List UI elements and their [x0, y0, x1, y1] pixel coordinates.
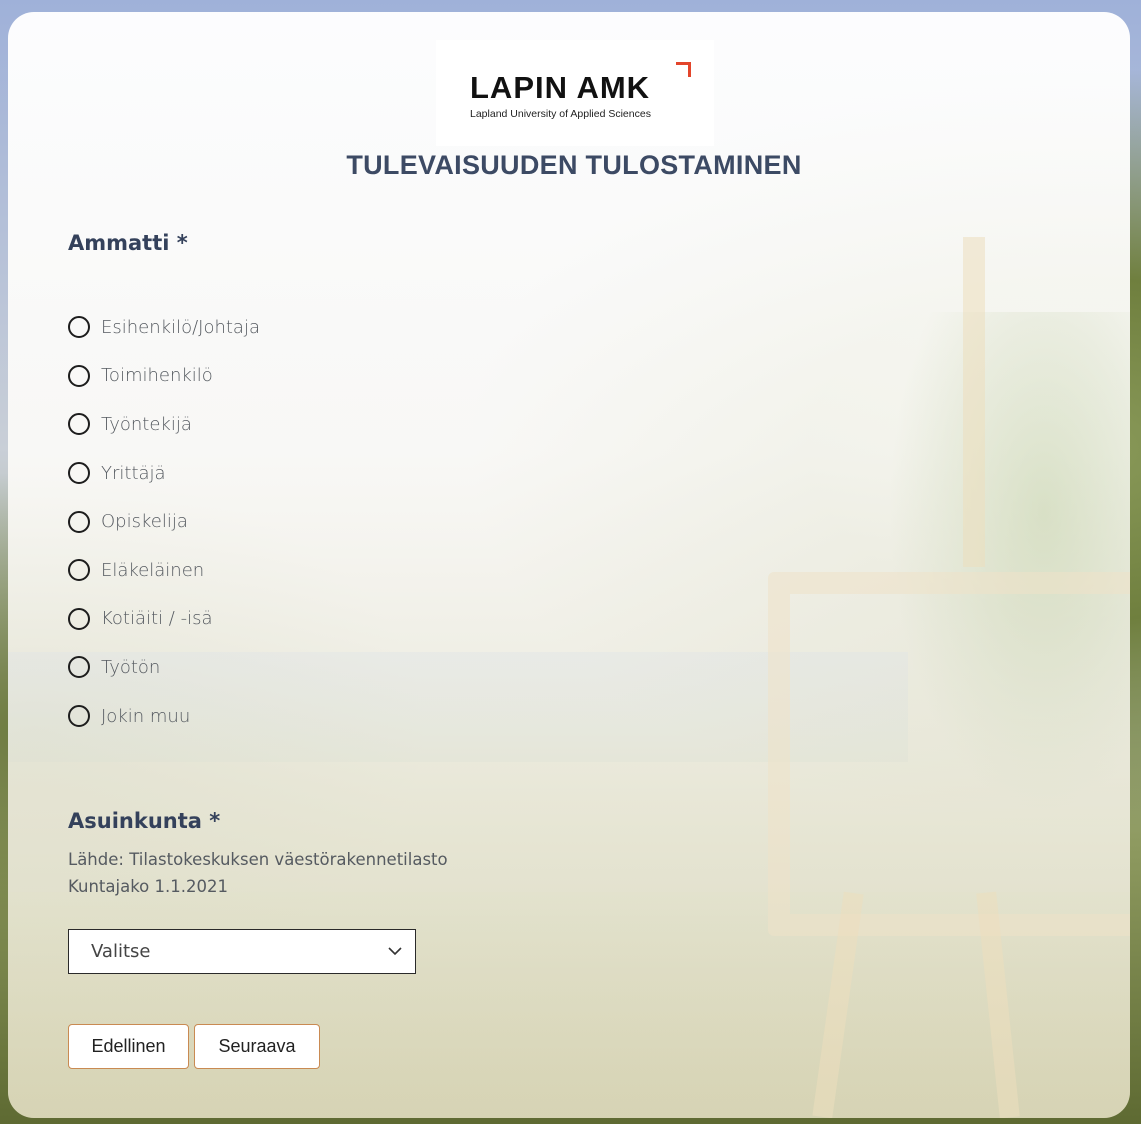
municipality-question-label: Asuinkunta * [68, 809, 220, 833]
radio-button[interactable] [68, 510, 90, 533]
radio-button[interactable] [68, 607, 90, 630]
radio-option-label: Työtön [101, 656, 161, 678]
occupation-question-label: Ammatti * [68, 231, 188, 255]
survey-card: LAPIN AMK Lapland University of Applied … [8, 12, 1130, 1118]
select-value: Valitse [91, 941, 151, 962]
easel-frame-image [768, 572, 1130, 936]
radio-option-label: Eläkeläinen [101, 559, 205, 581]
radio-button[interactable] [68, 316, 90, 339]
trees-image [888, 312, 1130, 812]
radio-option-toimihenkilo[interactable]: Toimihenkilö [68, 352, 260, 401]
radio-option-opiskelija[interactable]: Opiskelija [68, 497, 260, 546]
radio-option-jokin-muu[interactable]: Jokin muu [68, 692, 260, 741]
radio-button[interactable] [68, 656, 90, 679]
radio-button[interactable] [68, 364, 90, 387]
logo-name: LAPIN AMK [470, 70, 651, 105]
radio-option-elakelainen[interactable]: Eläkeläinen [68, 546, 260, 595]
radio-option-label: Jokin muu [101, 705, 191, 727]
required-mark: * [209, 809, 221, 833]
radio-button[interactable] [68, 705, 90, 728]
lapin-amk-logo: LAPIN AMK Lapland University of Applied … [436, 40, 714, 146]
easel-leg [963, 237, 985, 567]
previous-button[interactable]: Edellinen [68, 1024, 189, 1069]
next-button[interactable]: Seuraava [194, 1024, 320, 1069]
radio-option-label: Opiskelija [101, 511, 188, 533]
grass-image [8, 892, 1130, 1118]
radio-option-label: Esihenkilö/Johtaja [101, 316, 260, 338]
radio-button[interactable] [68, 462, 90, 485]
required-mark: * [176, 231, 188, 255]
radio-button[interactable] [68, 559, 90, 582]
logo-subtitle: Lapland University of Applied Sciences [470, 108, 651, 120]
municipality-division-text: Kuntajako 1.1.2021 [68, 877, 228, 896]
radio-option-esihenkilo[interactable]: Esihenkilö/Johtaja [68, 303, 260, 352]
radio-button[interactable] [68, 413, 90, 436]
easel-leg [812, 891, 864, 1118]
radio-option-label: Yrittäjä [101, 462, 166, 484]
occupation-options: Esihenkilö/Johtaja Toimihenkilö Työnteki… [68, 303, 260, 740]
radio-option-label: Työntekijä [101, 413, 192, 435]
page-title: TULEVAISUUDEN TULOSTAMINEN [346, 150, 802, 180]
chevron-down-icon [388, 947, 402, 956]
logo-corner-mark [676, 62, 691, 77]
radio-option-kotiaiti[interactable]: Kotiäiti / -isä [68, 595, 260, 644]
data-source-text: Lähde: Tilastokeskuksen väestörakennetil… [68, 850, 448, 869]
radio-option-label: Kotiäiti / -isä [101, 608, 213, 630]
radio-option-yrittaja[interactable]: Yrittäjä [68, 449, 260, 498]
radio-option-label: Toimihenkilö [101, 365, 213, 387]
municipality-label-text: Asuinkunta [68, 809, 202, 833]
radio-option-tyoton[interactable]: Työtön [68, 643, 260, 692]
municipality-select[interactable]: Valitse [68, 929, 416, 974]
easel-leg [976, 891, 1020, 1118]
radio-option-tyontekija[interactable]: Työntekijä [68, 400, 260, 449]
occupation-label-text: Ammatti [68, 231, 170, 255]
